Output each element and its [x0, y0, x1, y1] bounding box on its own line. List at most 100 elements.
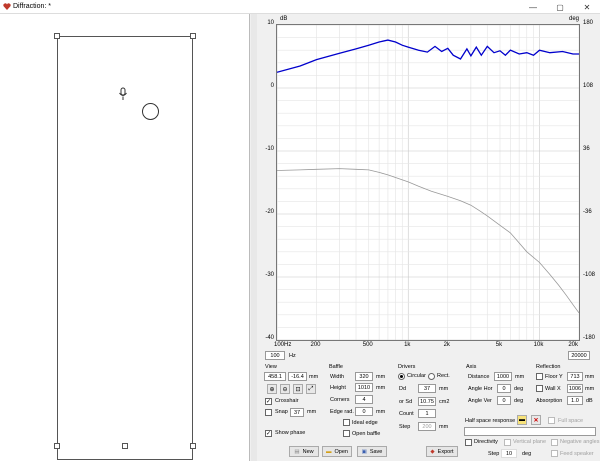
half-space-file-input[interactable]	[464, 427, 596, 436]
wall-label: Wall X	[545, 386, 561, 392]
circular-label: Circular	[407, 373, 426, 379]
rect-label: Rect.	[437, 373, 450, 379]
zoom-in-icon[interactable]: ⊕	[267, 384, 277, 394]
drivers-group-title: Drivers	[398, 364, 416, 370]
y-tick-label-left: -20	[265, 209, 274, 215]
x-tick-label: 5k	[495, 342, 503, 348]
angle-ver-input[interactable]: 0	[497, 396, 511, 405]
y-tick-label-right: 108	[583, 83, 594, 89]
crosshair-checkbox[interactable]: ✓	[265, 398, 272, 405]
count-input[interactable]: 1	[418, 409, 436, 418]
step-label: Step	[399, 424, 411, 430]
full-space-checkbox[interactable]	[548, 417, 555, 424]
count-label: Count	[399, 411, 414, 417]
floor-checkbox[interactable]	[536, 373, 543, 380]
vertical-plane-checkbox[interactable]	[504, 439, 511, 446]
baffle-canvas[interactable]	[0, 14, 250, 461]
y-tick-label-left: -30	[265, 272, 274, 278]
maximize-button[interactable]: ▢	[547, 0, 573, 14]
y-right-unit-label: deg	[569, 16, 580, 22]
app-logo-icon	[3, 3, 11, 10]
x-tick-label: 10k	[533, 342, 544, 348]
y-tick-label-right: -36	[583, 209, 592, 215]
x-tick-label: 20k	[568, 342, 578, 348]
ideal-edge-label: Ideal edge	[352, 420, 378, 426]
view-y-input[interactable]: -16.4	[288, 372, 307, 381]
freq-min-input[interactable]: 100	[265, 351, 285, 360]
snap-label: Snap	[275, 409, 288, 415]
open-button[interactable]: ▬ Open	[322, 446, 352, 457]
minimize-button[interactable]: —	[520, 0, 546, 14]
open-baffle-checkbox[interactable]	[343, 430, 350, 437]
circular-radio[interactable]	[398, 373, 405, 380]
zoom-out-icon[interactable]: ⊖	[280, 384, 290, 394]
open-folder-icon[interactable]: ▬	[517, 415, 527, 425]
export-icon: ◆	[430, 448, 435, 455]
directivity-label: Directivity	[474, 439, 498, 445]
x-tick-label: 100Hz	[274, 342, 292, 348]
baffle-edge-label: Edge rad.	[330, 409, 354, 415]
baffle-group-title: Baffle	[329, 364, 343, 370]
show-phase-checkbox[interactable]: ✓	[265, 430, 272, 437]
step-input[interactable]: 200	[418, 422, 436, 431]
baffle-width-label: Width	[330, 374, 345, 380]
snap-checkbox[interactable]	[265, 409, 272, 416]
rect-radio[interactable]	[428, 373, 435, 380]
wall-unit: mm	[585, 386, 595, 392]
dd-input[interactable]: 37	[418, 384, 436, 393]
distance-input[interactable]: 1000	[494, 372, 512, 381]
resize-handle-bottom[interactable]	[122, 443, 128, 449]
floor-label: Floor Y	[545, 374, 563, 380]
x-tick-label: 2k	[443, 342, 450, 348]
zoom-reset-icon[interactable]: ⤢	[306, 384, 316, 394]
floor-input[interactable]: 713	[567, 372, 583, 381]
close-button[interactable]: ✕	[574, 0, 600, 14]
sd-label: or Sd	[399, 399, 413, 405]
half-space-label: Half space response	[465, 418, 516, 424]
freq-max-input[interactable]: 20000	[568, 351, 590, 360]
angle-hor-input[interactable]: 0	[497, 384, 511, 393]
resize-handle-bottom-left[interactable]	[54, 443, 60, 449]
baffle-edge-input[interactable]: 0	[355, 407, 373, 416]
zoom-fit-icon[interactable]: ⊡	[293, 384, 303, 394]
x-tick-label: 500	[362, 342, 373, 348]
export-button[interactable]: ◆ Export	[426, 446, 458, 457]
dir-step-label: Step	[488, 451, 500, 457]
directivity-checkbox[interactable]	[465, 439, 472, 446]
distance-unit: mm	[515, 374, 525, 380]
baffle-corners-input[interactable]: 4	[355, 395, 373, 404]
frequency-response-chart[interactable]	[276, 24, 580, 341]
microphone-icon[interactable]	[118, 87, 128, 101]
resize-handle-top-left[interactable]	[54, 33, 60, 39]
save-button[interactable]: ▣ Save	[357, 446, 387, 457]
ideal-edge-checkbox[interactable]	[343, 419, 350, 426]
crosshair-label: Crosshair	[275, 398, 299, 404]
baffle-height-input[interactable]: 1010	[355, 383, 373, 392]
negative-angles-checkbox[interactable]	[551, 439, 558, 446]
view-group-title: View	[265, 364, 277, 370]
baffle-width-input[interactable]: 320	[355, 372, 373, 381]
wall-checkbox[interactable]	[536, 385, 543, 392]
save-button-label: Save	[369, 448, 383, 455]
delete-icon[interactable]: ✕	[531, 415, 541, 425]
dd-label: Dd	[399, 386, 407, 392]
angle-ver-unit: deg	[514, 398, 524, 404]
window-title: Diffraction: *	[13, 3, 51, 10]
reflection-group-title: Reflection	[536, 364, 561, 370]
baffle-height-unit: mm	[376, 385, 386, 391]
wall-input[interactable]: 1006	[567, 384, 583, 393]
snap-input[interactable]: 37	[290, 408, 304, 417]
baffle-edge-unit: mm	[376, 409, 386, 415]
view-unit-label: mm	[309, 374, 319, 380]
driver-circle[interactable]	[142, 103, 159, 120]
view-x-input[interactable]: 458.1	[264, 372, 286, 381]
new-button-label: New	[302, 448, 314, 455]
new-button[interactable]: ▤ New	[289, 446, 319, 457]
sd-input[interactable]: 10.75	[418, 397, 436, 406]
resize-handle-bottom-right[interactable]	[190, 443, 196, 449]
absorption-input[interactable]: 1.0	[567, 396, 583, 405]
dir-step-input[interactable]: 10	[501, 449, 517, 458]
feed-speaker-checkbox[interactable]	[551, 450, 558, 457]
open-baffle-label: Open baffle	[352, 431, 381, 437]
resize-handle-top-right[interactable]	[190, 33, 196, 39]
